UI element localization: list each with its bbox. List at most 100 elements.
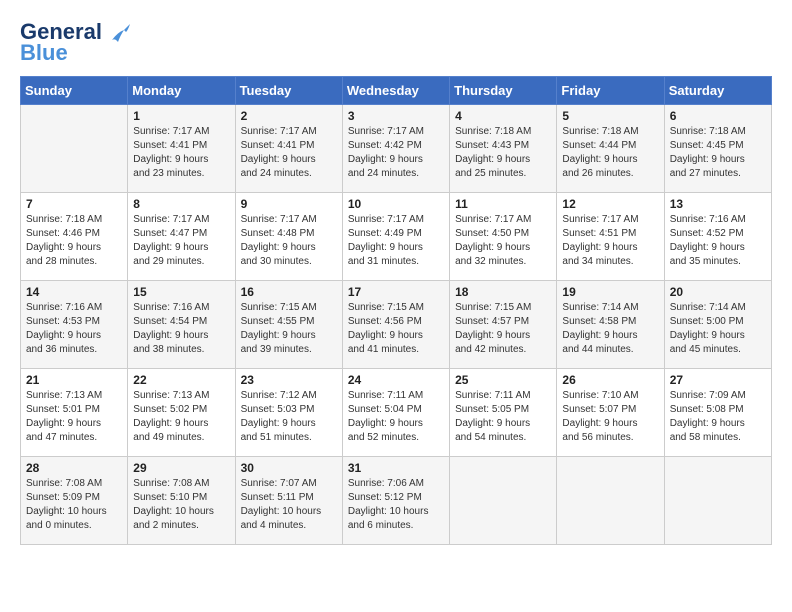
day-cell: 2Sunrise: 7:17 AM Sunset: 4:41 PM Daylig… — [235, 105, 342, 193]
day-info: Sunrise: 7:14 AM Sunset: 5:00 PM Dayligh… — [670, 301, 766, 357]
day-info: Sunrise: 7:15 AM Sunset: 4:57 PM Dayligh… — [455, 301, 551, 357]
week-row-3: 14Sunrise: 7:16 AM Sunset: 4:53 PM Dayli… — [21, 281, 772, 369]
day-cell: 8 Sunrise: 7:17 AM Sunset: 4:47 PM Daylig… — [128, 193, 235, 281]
day-number: 20 — [670, 285, 766, 299]
day-number: 27 — [670, 373, 766, 387]
day-info: Sunrise: 7:17 AM Sunset: 4:51 PM Dayligh… — [562, 213, 658, 269]
day-info: Sunrise: 7:17 AM Sunset: 4:41 PM Dayligh… — [241, 125, 337, 181]
day-cell: 5Sunrise: 7:18 AM Sunset: 4:44 PM Daylig… — [557, 105, 664, 193]
day-cell: 28 Sunrise: 7:08 AM Sunset: 5:09 PM Dayli… — [21, 457, 128, 545]
day-cell: 12Sunrise: 7:17 AM Sunset: 4:51 PM Dayli… — [557, 193, 664, 281]
day-info: Sunrise: 7:17 AM Sunset: 4:49 PM Dayligh… — [348, 213, 444, 269]
day-number: 19 — [562, 285, 658, 299]
day-info: Sunrise: 7:15 AM Sunset: 4:55 PM Dayligh… — [241, 301, 337, 357]
day-info: Sunrise: 7:16 AM Sunset: 4:52 PM Dayligh… — [670, 213, 766, 269]
day-cell: 4 Sunrise: 7:18 AM Sunset: 4:43 PM Daylig… — [450, 105, 557, 193]
day-cell: 20 Sunrise: 7:14 AM Sunset: 5:00 PM Dayli… — [664, 281, 771, 369]
day-cell: 11 Sunrise: 7:17 AM Sunset: 4:50 PM Dayli… — [450, 193, 557, 281]
day-info: Sunrise: 7:14 AM Sunset: 4:58 PM Dayligh… — [562, 301, 658, 357]
day-info: Sunrise: 7:18 AM Sunset: 4:44 PM Dayligh… — [562, 125, 658, 181]
day-cell: 19 Sunrise: 7:14 AM Sunset: 4:58 PM Dayli… — [557, 281, 664, 369]
day-number: 30 — [241, 461, 337, 475]
day-info: Sunrise: 7:17 AM Sunset: 4:41 PM Dayligh… — [133, 125, 229, 181]
day-info: Sunrise: 7:11 AM Sunset: 5:05 PM Dayligh… — [455, 389, 551, 445]
day-number: 25 — [455, 373, 551, 387]
day-cell: 7Sunrise: 7:18 AM Sunset: 4:46 PM Daylig… — [21, 193, 128, 281]
header-cell-monday: Monday — [128, 77, 235, 105]
header: General Blue — [20, 20, 772, 64]
day-number: 18 — [455, 285, 551, 299]
day-number: 29 — [133, 461, 229, 475]
day-info: Sunrise: 7:17 AM Sunset: 4:48 PM Dayligh… — [241, 213, 337, 269]
logo-bird-icon — [110, 22, 132, 44]
header-cell-tuesday: Tuesday — [235, 77, 342, 105]
day-cell: 17 Sunrise: 7:15 AM Sunset: 4:56 PM Dayli… — [342, 281, 449, 369]
day-cell — [557, 457, 664, 545]
day-info: Sunrise: 7:16 AM Sunset: 4:54 PM Dayligh… — [133, 301, 229, 357]
day-cell: 16 Sunrise: 7:15 AM Sunset: 4:55 PM Dayli… — [235, 281, 342, 369]
day-number: 1 — [133, 109, 229, 123]
day-number: 4 — [455, 109, 551, 123]
day-number: 8 — [133, 197, 229, 211]
day-info: Sunrise: 7:15 AM Sunset: 4:56 PM Dayligh… — [348, 301, 444, 357]
calendar-table: SundayMondayTuesdayWednesdayThursdayFrid… — [20, 76, 772, 545]
day-info: Sunrise: 7:13 AM Sunset: 5:02 PM Dayligh… — [133, 389, 229, 445]
day-cell: 30 Sunrise: 7:07 AM Sunset: 5:11 PM Dayli… — [235, 457, 342, 545]
day-info: Sunrise: 7:18 AM Sunset: 4:45 PM Dayligh… — [670, 125, 766, 181]
header-cell-friday: Friday — [557, 77, 664, 105]
day-cell: 21 Sunrise: 7:13 AM Sunset: 5:01 PM Dayli… — [21, 369, 128, 457]
day-cell — [450, 457, 557, 545]
day-info: Sunrise: 7:08 AM Sunset: 5:09 PM Dayligh… — [26, 477, 122, 533]
day-number: 21 — [26, 373, 122, 387]
day-number: 14 — [26, 285, 122, 299]
day-info: Sunrise: 7:17 AM Sunset: 4:42 PM Dayligh… — [348, 125, 444, 181]
day-number: 31 — [348, 461, 444, 475]
day-cell: 13 Sunrise: 7:16 AM Sunset: 4:52 PM Dayli… — [664, 193, 771, 281]
calendar-body: 1 Sunrise: 7:17 AM Sunset: 4:41 PM Daylig… — [21, 105, 772, 545]
day-info: Sunrise: 7:07 AM Sunset: 5:11 PM Dayligh… — [241, 477, 337, 533]
day-number: 26 — [562, 373, 658, 387]
day-cell: 25 Sunrise: 7:11 AM Sunset: 5:05 PM Dayli… — [450, 369, 557, 457]
week-row-5: 28 Sunrise: 7:08 AM Sunset: 5:09 PM Dayli… — [21, 457, 772, 545]
page: General Blue SundayMondayTuesdayWednesda… — [0, 0, 792, 612]
day-cell: 1 Sunrise: 7:17 AM Sunset: 4:41 PM Daylig… — [128, 105, 235, 193]
day-cell: 6 Sunrise: 7:18 AM Sunset: 4:45 PM Daylig… — [664, 105, 771, 193]
day-info: Sunrise: 7:13 AM Sunset: 5:01 PM Dayligh… — [26, 389, 122, 445]
week-row-1: 1 Sunrise: 7:17 AM Sunset: 4:41 PM Daylig… — [21, 105, 772, 193]
day-number: 11 — [455, 197, 551, 211]
day-number: 6 — [670, 109, 766, 123]
day-cell: 9 Sunrise: 7:17 AM Sunset: 4:48 PM Daylig… — [235, 193, 342, 281]
day-cell — [21, 105, 128, 193]
calendar-header-row: SundayMondayTuesdayWednesdayThursdayFrid… — [21, 77, 772, 105]
day-number: 22 — [133, 373, 229, 387]
day-number: 17 — [348, 285, 444, 299]
day-cell: 27 Sunrise: 7:09 AM Sunset: 5:08 PM Dayli… — [664, 369, 771, 457]
day-cell: 26Sunrise: 7:10 AM Sunset: 5:07 PM Dayli… — [557, 369, 664, 457]
day-cell: 14Sunrise: 7:16 AM Sunset: 4:53 PM Dayli… — [21, 281, 128, 369]
day-info: Sunrise: 7:06 AM Sunset: 5:12 PM Dayligh… — [348, 477, 444, 533]
logo-blue-text: Blue — [20, 42, 132, 64]
day-number: 9 — [241, 197, 337, 211]
day-number: 23 — [241, 373, 337, 387]
day-cell — [664, 457, 771, 545]
day-cell: 23 Sunrise: 7:12 AM Sunset: 5:03 PM Dayli… — [235, 369, 342, 457]
day-number: 3 — [348, 109, 444, 123]
day-info: Sunrise: 7:12 AM Sunset: 5:03 PM Dayligh… — [241, 389, 337, 445]
day-info: Sunrise: 7:09 AM Sunset: 5:08 PM Dayligh… — [670, 389, 766, 445]
day-cell: 18 Sunrise: 7:15 AM Sunset: 4:57 PM Dayli… — [450, 281, 557, 369]
day-number: 28 — [26, 461, 122, 475]
header-cell-saturday: Saturday — [664, 77, 771, 105]
day-number: 10 — [348, 197, 444, 211]
day-info: Sunrise: 7:11 AM Sunset: 5:04 PM Dayligh… — [348, 389, 444, 445]
day-info: Sunrise: 7:17 AM Sunset: 4:47 PM Dayligh… — [133, 213, 229, 269]
day-info: Sunrise: 7:18 AM Sunset: 4:43 PM Dayligh… — [455, 125, 551, 181]
week-row-2: 7Sunrise: 7:18 AM Sunset: 4:46 PM Daylig… — [21, 193, 772, 281]
day-number: 7 — [26, 197, 122, 211]
day-cell: 29Sunrise: 7:08 AM Sunset: 5:10 PM Dayli… — [128, 457, 235, 545]
day-cell: 15Sunrise: 7:16 AM Sunset: 4:54 PM Dayli… — [128, 281, 235, 369]
day-info: Sunrise: 7:17 AM Sunset: 4:50 PM Dayligh… — [455, 213, 551, 269]
day-number: 13 — [670, 197, 766, 211]
header-cell-sunday: Sunday — [21, 77, 128, 105]
header-cell-thursday: Thursday — [450, 77, 557, 105]
day-number: 16 — [241, 285, 337, 299]
